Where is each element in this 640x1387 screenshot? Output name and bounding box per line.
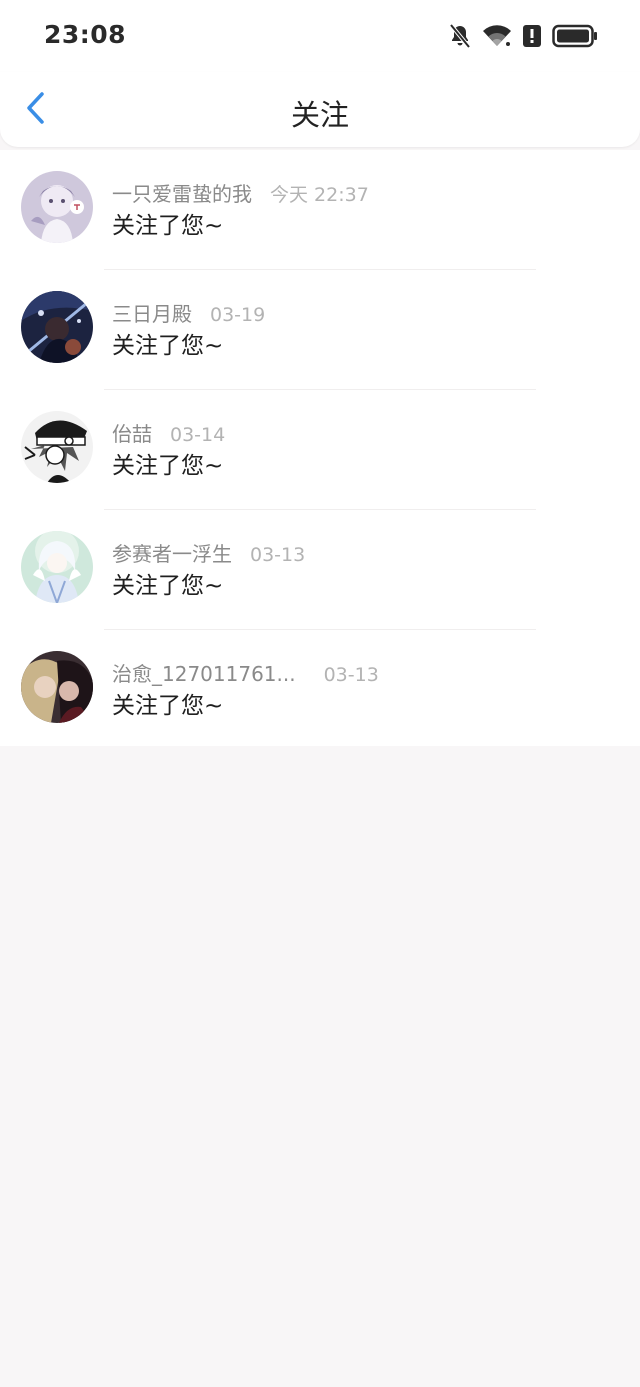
user-name[interactable]: 参赛者一浮生: [112, 538, 232, 567]
timestamp: 03-13: [323, 664, 379, 686]
battery-icon: [552, 24, 598, 48]
user-name[interactable]: 佁喆: [112, 418, 152, 447]
list-item[interactable]: 三日月殿 03-19 关注了您~: [0, 270, 640, 390]
follow-message: 关注了您~: [112, 693, 224, 719]
user-name[interactable]: 三日月殿: [112, 298, 192, 327]
avatar[interactable]: [21, 291, 93, 363]
avatar[interactable]: [21, 411, 93, 483]
avatar[interactable]: [21, 531, 93, 603]
avatar[interactable]: [21, 171, 93, 243]
list-item[interactable]: 佁喆 03-14 关注了您~: [0, 390, 640, 510]
list-item[interactable]: 一只爱雷蛰的我 今天 22:37 关注了您~: [0, 150, 640, 270]
item-meta: 一只爱雷蛰的我 今天 22:37: [112, 178, 369, 207]
bell-off-icon: [448, 23, 472, 49]
timestamp: 03-19: [210, 304, 266, 326]
follow-list: 一只爱雷蛰的我 今天 22:37 关注了您~ 三日月殿 03-19 关注了您~: [0, 150, 640, 746]
list-item[interactable]: 参赛者一浮生 03-13 关注了您~: [0, 510, 640, 630]
timestamp: 03-14: [170, 424, 226, 446]
nav-bar: 关注: [0, 72, 640, 147]
item-meta: 治愈_127011761... 03-13: [112, 658, 379, 687]
item-meta: 参赛者一浮生 03-13: [112, 538, 305, 567]
timestamp: 今天 22:37: [270, 184, 369, 206]
timestamp: 03-13: [250, 544, 306, 566]
avatar[interactable]: [21, 651, 93, 723]
follow-message: 关注了您~: [112, 573, 224, 599]
item-meta: 佁喆 03-14: [112, 418, 225, 447]
page-title: 关注: [290, 98, 349, 132]
list-item[interactable]: 治愈_127011761... 03-13 关注了您~: [0, 630, 640, 750]
follow-message: 关注了您~: [112, 213, 224, 239]
status-bar: 23:08: [0, 0, 640, 72]
wifi-icon: [482, 24, 512, 48]
status-icons: [448, 22, 598, 50]
alert-icon: [522, 24, 542, 48]
follow-message: 关注了您~: [112, 333, 224, 359]
item-meta: 三日月殿 03-19: [112, 298, 265, 327]
user-name[interactable]: 治愈_127011761...: [112, 658, 296, 687]
user-name[interactable]: 一只爱雷蛰的我: [112, 178, 252, 207]
follow-message: 关注了您~: [112, 453, 224, 479]
status-time: 23:08: [44, 20, 127, 49]
